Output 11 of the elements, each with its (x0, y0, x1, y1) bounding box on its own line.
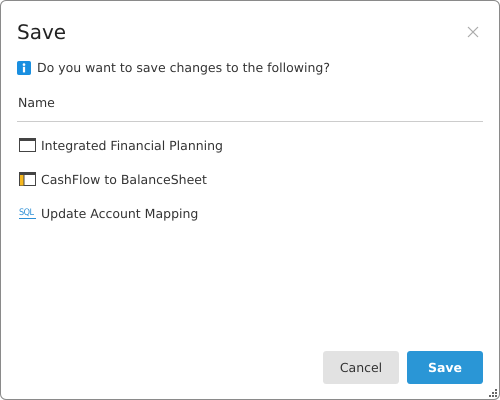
window-icon (19, 138, 36, 152)
dialog-title: Save (17, 20, 66, 44)
table-icon (19, 172, 36, 186)
column-header: Name (18, 95, 55, 110)
item-name: CashFlow to BalanceSheet (41, 172, 207, 186)
message-text: Do you want to save changes to the following? (37, 60, 330, 75)
item-name: Update Account Mapping (41, 206, 198, 220)
item-name: Integrated Financial Planning (41, 138, 223, 152)
cancel-button[interactable]: Cancel (323, 351, 399, 384)
resize-grip-icon[interactable] (489, 389, 497, 397)
info-icon (17, 60, 31, 74)
